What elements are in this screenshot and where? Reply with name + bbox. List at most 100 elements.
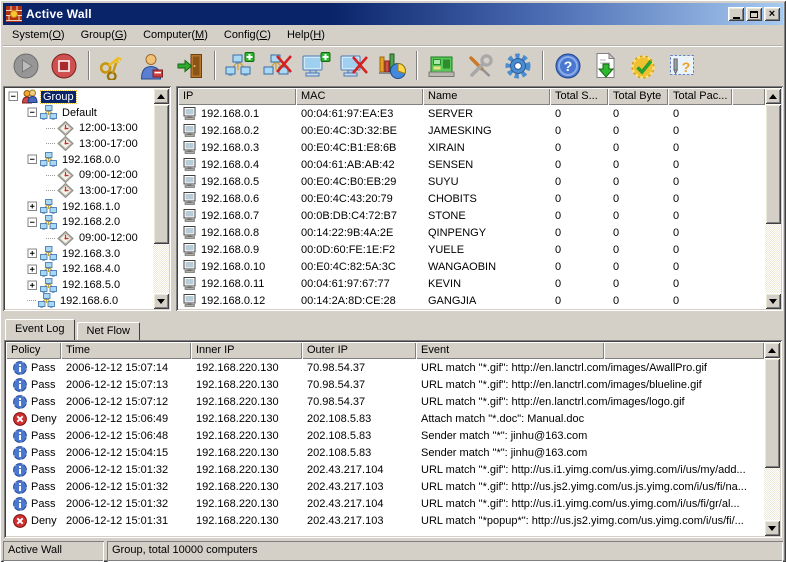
scrollbar-track[interactable] bbox=[765, 224, 781, 293]
tree-item[interactable]: 09:00-12:00 bbox=[5, 230, 153, 246]
computer-row[interactable]: 192.168.0.700:0B:DB:C4:72:B7STONE000 bbox=[178, 207, 765, 224]
scroll-up-button[interactable] bbox=[765, 88, 781, 104]
scrollbar-track[interactable] bbox=[153, 244, 169, 293]
menu-group[interactable]: Group(G) bbox=[73, 27, 135, 44]
tree-collapse-icon[interactable] bbox=[8, 91, 19, 102]
tree-item[interactable]: 192.168.2.0 bbox=[5, 215, 153, 231]
computer-row[interactable]: 192.168.0.600:E0:4C:43:20:79CHOBITS000 bbox=[178, 190, 765, 207]
computer-row[interactable]: 192.168.0.500:E0:4C:B0:EB:29SUYU000 bbox=[178, 173, 765, 190]
tools-button[interactable] bbox=[461, 48, 499, 83]
tree-item[interactable]: 13:00-17:00 bbox=[5, 183, 153, 199]
auth-button[interactable] bbox=[133, 48, 171, 83]
tree-collapse-icon[interactable] bbox=[27, 154, 38, 165]
tree-collapse-icon[interactable] bbox=[27, 107, 38, 118]
scroll-down-button[interactable] bbox=[765, 293, 781, 309]
computer-row[interactable]: 192.168.0.800:14:22:9B:4A:2EQINPENGY000 bbox=[178, 224, 765, 241]
event-row[interactable]: Deny2006-12-12 15:01:31192.168.220.13020… bbox=[6, 512, 764, 529]
computer-list-scrollbar[interactable] bbox=[765, 88, 781, 309]
computer-row[interactable]: 192.168.0.1000:E0:4C:82:5A:3CWANGAOBIN00… bbox=[178, 258, 765, 275]
event-row[interactable]: Pass2006-12-12 15:07:14192.168.220.13070… bbox=[6, 359, 764, 376]
menu-computer[interactable]: Computer(M) bbox=[135, 27, 216, 44]
scroll-down-button[interactable] bbox=[764, 520, 780, 536]
tree-expand-icon[interactable] bbox=[27, 264, 38, 275]
scroll-up-button[interactable] bbox=[764, 342, 780, 358]
config-button[interactable] bbox=[499, 48, 537, 83]
column-header-total-pac[interactable]: Total Pac... bbox=[668, 88, 732, 105]
event-row[interactable]: Pass2006-12-12 15:01:32192.168.220.13020… bbox=[6, 461, 764, 478]
tree-scrollbar[interactable] bbox=[153, 88, 169, 309]
menu-help[interactable]: Help(H) bbox=[279, 27, 333, 44]
event-row[interactable]: Pass2006-12-12 15:07:13192.168.220.13070… bbox=[6, 376, 764, 393]
subnet-icon bbox=[40, 215, 57, 230]
tree-item[interactable]: 09:00-12:00 bbox=[5, 167, 153, 183]
close-button[interactable]: × bbox=[764, 7, 780, 21]
column-header-total-s[interactable]: Total S... bbox=[550, 88, 608, 105]
add-group-button[interactable] bbox=[221, 48, 259, 83]
plugin-button[interactable] bbox=[423, 48, 461, 83]
help-button[interactable]: ? bbox=[549, 48, 587, 83]
maximize-button[interactable] bbox=[746, 7, 762, 21]
start-button[interactable] bbox=[7, 48, 45, 83]
scroll-down-button[interactable] bbox=[153, 293, 169, 309]
tree-expand-icon[interactable] bbox=[27, 201, 38, 212]
tree-item[interactable]: 13:00-17:00 bbox=[5, 136, 153, 152]
computer-row[interactable]: 192.168.0.1100:04:61:97:67:77KEVIN000 bbox=[178, 275, 765, 292]
scrollbar-thumb[interactable] bbox=[153, 104, 169, 244]
column-header-inner-ip[interactable]: Inner IP bbox=[191, 342, 302, 359]
scrollbar-thumb[interactable] bbox=[764, 358, 780, 468]
tab-event-log[interactable]: Event Log bbox=[5, 319, 75, 340]
computer-row[interactable]: 192.168.0.100:04:61:97:EA:E3SERVER000 bbox=[178, 105, 765, 122]
computer-row[interactable]: 192.168.0.900:0D:60:FE:1E:F2YUELE000 bbox=[178, 241, 765, 258]
scrollbar-track[interactable] bbox=[764, 468, 780, 520]
menu-system[interactable]: System(O) bbox=[4, 27, 73, 44]
password-button[interactable] bbox=[95, 48, 133, 83]
column-header-outer-ip[interactable]: Outer IP bbox=[302, 342, 416, 359]
tree-collapse-icon[interactable] bbox=[27, 217, 38, 228]
event-row[interactable]: Pass2006-12-12 15:04:15192.168.220.13020… bbox=[6, 444, 764, 461]
event-log-scrollbar[interactable] bbox=[764, 342, 780, 536]
stop-button[interactable] bbox=[45, 48, 83, 83]
tree-item[interactable]: 192.168.5.0 bbox=[5, 277, 153, 293]
event-row[interactable]: Pass2006-12-12 15:06:48192.168.220.13020… bbox=[6, 427, 764, 444]
minimize-button[interactable] bbox=[728, 7, 744, 21]
menu-config[interactable]: Config(C) bbox=[216, 27, 279, 44]
tree-expand-icon[interactable] bbox=[27, 248, 38, 259]
column-header-time[interactable]: Time bbox=[61, 342, 191, 359]
del-computer-button[interactable] bbox=[335, 48, 373, 83]
tree-item[interactable]: 192.168.4.0 bbox=[5, 262, 153, 278]
tree-item[interactable]: Default bbox=[5, 105, 153, 121]
about-button[interactable]: ? bbox=[663, 48, 701, 83]
update-button[interactable] bbox=[587, 48, 625, 83]
computer-row[interactable]: 192.168.0.400:04:61:AB:AB:42SENSEN000 bbox=[178, 156, 765, 173]
scroll-up-button[interactable] bbox=[153, 88, 169, 104]
tree-item[interactable]: 192.168.6.0 bbox=[5, 293, 153, 309]
tree-item[interactable]: 192.168.0.0 bbox=[5, 152, 153, 168]
column-header-name[interactable]: Name bbox=[423, 88, 550, 105]
event-row[interactable]: Pass2006-12-12 15:01:32192.168.220.13020… bbox=[6, 495, 764, 512]
scrollbar-thumb[interactable] bbox=[765, 104, 781, 224]
column-header-policy[interactable]: Policy bbox=[6, 342, 61, 359]
add-computer-button[interactable] bbox=[297, 48, 335, 83]
tree-item[interactable]: 12:00-13:00 bbox=[5, 120, 153, 136]
statistic-button[interactable] bbox=[373, 48, 411, 83]
column-header-total-byte[interactable]: Total Byte bbox=[608, 88, 668, 105]
del-group-button[interactable] bbox=[259, 48, 297, 83]
tree-expand-icon[interactable] bbox=[27, 280, 38, 291]
logout-button[interactable] bbox=[171, 48, 209, 83]
event-row[interactable]: Pass2006-12-12 15:07:12192.168.220.13070… bbox=[6, 393, 764, 410]
computer-row[interactable]: 192.168.0.200:E0:4C:3D:32:BEJAMESKING000 bbox=[178, 122, 765, 139]
column-header-ip[interactable]: IP bbox=[178, 88, 296, 105]
column-header-event[interactable]: Event bbox=[416, 342, 604, 359]
computer-row[interactable]: 192.168.0.300:E0:4C:B1:E8:6BXIRAIN000 bbox=[178, 139, 765, 156]
horizontal-splitter[interactable] bbox=[3, 311, 783, 318]
tree-item[interactable]: 192.168.3.0 bbox=[5, 246, 153, 262]
tree-item[interactable]: Group bbox=[5, 89, 153, 105]
tab-net-flow[interactable]: Net Flow bbox=[77, 322, 140, 340]
event-row[interactable]: Pass2006-12-12 15:01:32192.168.220.13020… bbox=[6, 478, 764, 495]
event-row[interactable]: Deny2006-12-12 15:06:49192.168.220.13020… bbox=[6, 410, 764, 427]
computer-row[interactable]: 192.168.0.1200:14:2A:8D:CE:28GANGJIA000 bbox=[178, 292, 765, 309]
outer-ip-cell: 70.98.54.37 bbox=[302, 362, 416, 374]
column-header-mac[interactable]: MAC bbox=[296, 88, 423, 105]
register-button[interactable] bbox=[625, 48, 663, 83]
tree-item[interactable]: 192.168.1.0 bbox=[5, 199, 153, 215]
